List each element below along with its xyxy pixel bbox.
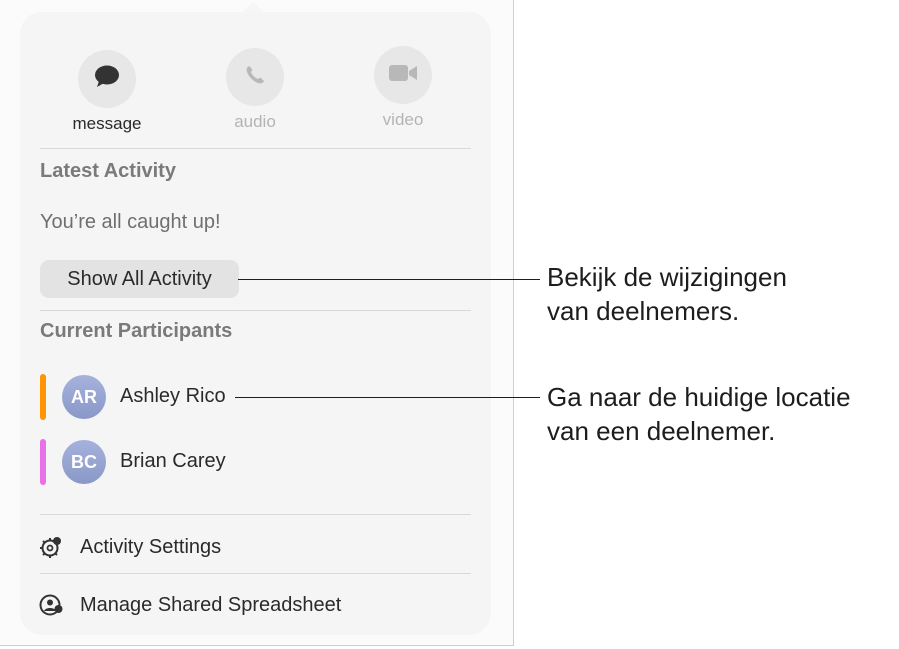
- participant-row[interactable]: BC Brian Carey: [40, 439, 340, 487]
- participant-color-bar: [40, 439, 46, 485]
- phone-icon: [243, 63, 267, 92]
- video-label: video: [382, 110, 424, 129]
- participant-name: Brian Carey: [120, 450, 226, 472]
- person-badge-icon: [38, 593, 64, 617]
- avatar: AR: [62, 375, 106, 419]
- message-button[interactable]: message: [52, 50, 162, 134]
- divider: [40, 310, 471, 311]
- manage-shared-spreadsheet-label: Manage Shared Spreadsheet: [80, 593, 342, 616]
- video-button[interactable]: video: [348, 46, 458, 130]
- callout-text: Ga naar de huidige locatie van een deeln…: [547, 380, 851, 448]
- message-bubble-icon: [93, 64, 121, 95]
- activity-status-text: You’re all caught up!: [40, 211, 221, 233]
- activity-settings-item[interactable]: Activity Settings: [38, 532, 458, 562]
- activity-settings-label: Activity Settings: [80, 535, 222, 558]
- gear-badge-icon: [38, 535, 64, 559]
- participant-color-bar: [40, 374, 46, 420]
- audio-button[interactable]: audio: [200, 48, 310, 132]
- message-label: message: [72, 114, 142, 133]
- participant-name: Ashley Rico: [120, 385, 226, 407]
- callout-text: Bekijk de wijzigingen van deelnemers.: [547, 260, 787, 328]
- latest-activity-heading: Latest Activity: [40, 160, 176, 182]
- participant-row[interactable]: AR Ashley Rico: [40, 374, 340, 422]
- callout-line-1: Ga naar de huidige locatie: [547, 382, 851, 412]
- avatar: BC: [62, 440, 106, 484]
- divider: [40, 148, 471, 149]
- divider: [40, 514, 471, 515]
- callout-line-1: Bekijk de wijzigingen: [547, 262, 787, 292]
- callout-leader-line: [235, 397, 540, 398]
- divider: [40, 573, 471, 574]
- audio-label: audio: [234, 112, 276, 131]
- collaboration-panel: message audio video Latest Activity You’…: [20, 12, 491, 635]
- video-camera-icon: [388, 63, 418, 88]
- manage-shared-spreadsheet-item[interactable]: Manage Shared Spreadsheet: [38, 590, 458, 620]
- current-participants-heading: Current Participants: [40, 320, 233, 342]
- callout-leader-line: [238, 279, 540, 280]
- callout-line-2: van deelnemers.: [547, 296, 740, 326]
- show-all-activity-button[interactable]: Show All Activity: [40, 260, 239, 298]
- callout-line-2: van een deelnemer.: [547, 416, 776, 446]
